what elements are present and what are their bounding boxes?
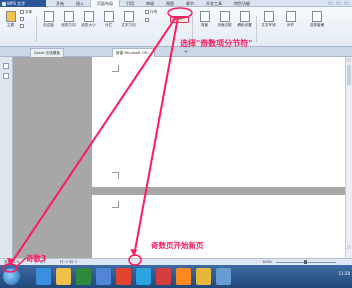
- annotation-circle-breaks: [167, 7, 193, 19]
- annotation-arrow-2: [133, 16, 179, 257]
- annotation-circle-cursor: [128, 254, 142, 266]
- callout-odd-3: 奇数3: [26, 254, 47, 263]
- annotation-circle-page: [2, 263, 18, 273]
- annotation-pointer-3: [16, 257, 27, 267]
- callout-odd-page-new: 奇数页开始新页: [151, 241, 204, 250]
- annotation-arrow-1: [9, 16, 177, 266]
- callout-insert-section: 选择"奇数项分节符": [180, 39, 253, 48]
